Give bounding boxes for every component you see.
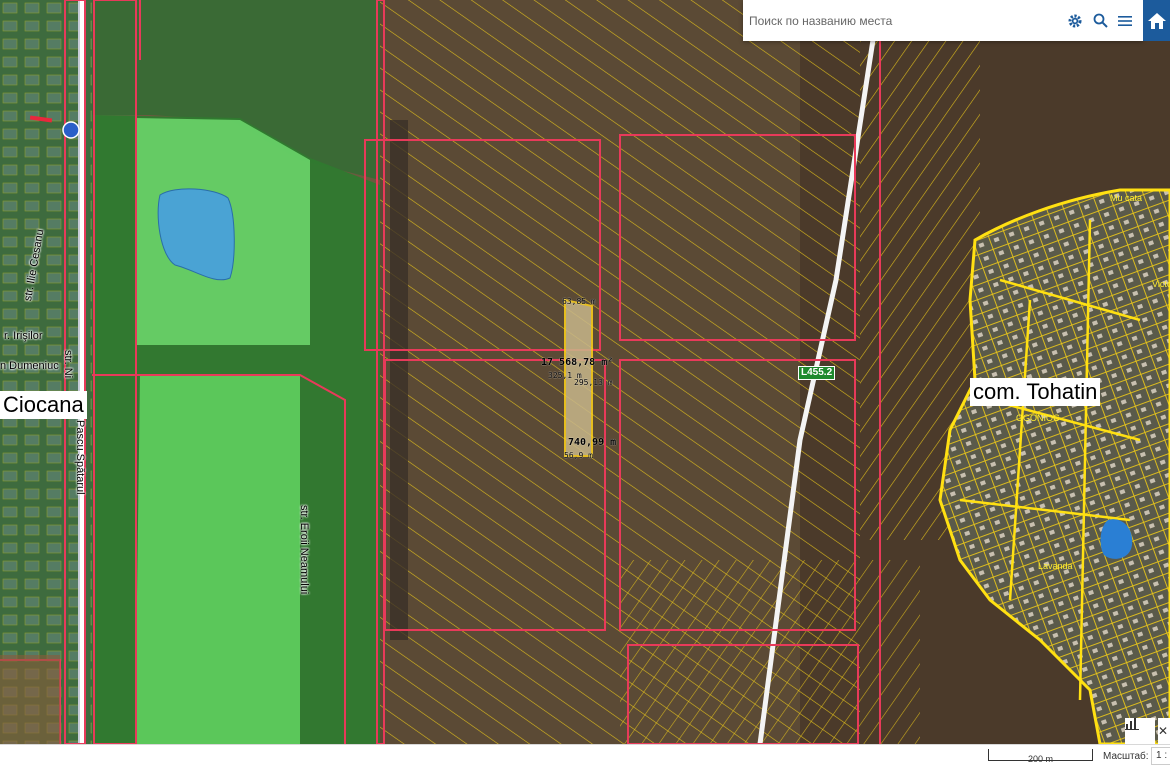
scale-distance: 200 m [1027,754,1053,764]
bus-stop-marker[interactable] [62,121,80,139]
search-icon [1093,13,1108,28]
tree-belt [390,120,408,640]
chart-button[interactable] [1125,718,1155,744]
parcel-area: 17 568,78 m² [541,357,614,368]
menu-button[interactable] [1113,9,1137,33]
construction-area [0,655,60,744]
locality-label-lavanda: Lavanda [1038,561,1073,571]
gear-icon [1068,14,1082,27]
close-button[interactable]: ✕ [1158,718,1170,744]
street-label-vasile: str. Ni [62,350,74,379]
map-view[interactable]: Ciocana com. Tohatin str. Ilie Cesanu r.… [0,0,1170,744]
parcel-perimeter: 740,99 m [568,437,617,448]
place-label-tohatin: com. Tohatin [970,378,1101,406]
place-label-ciocana: Ciocana [0,391,87,419]
locality-label-victoria: Victo [1152,279,1170,289]
home-button[interactable] [1143,0,1170,41]
street-label-dumeniuc: n Dumeniuc [0,360,59,372]
map-canvas[interactable] [0,0,1170,744]
search-input[interactable] [749,4,1062,37]
road-badge: L455.2 [798,366,836,380]
locality-label-ogonioc: OGONIOC [1016,413,1060,423]
scale-label: Масштаб: [1103,751,1149,762]
locality-label-mucata: Mu cata [1110,193,1143,203]
home-icon [1147,12,1166,29]
menu-icon [1118,15,1132,26]
street-label-irisilor: r. Irişilor [4,330,43,342]
street-label-pascu: Pascu Spătarul [74,420,86,495]
parcel-top-width: 63,85 m [562,297,596,306]
search-button[interactable] [1088,9,1112,33]
settings-button[interactable] [1063,9,1087,33]
parcel-bottom-width: 56,9 m [564,451,593,460]
search-panel [743,0,1143,41]
status-bar: 200 m Масштаб: 1 : [0,744,1170,769]
parcel-right-side: 295,13 m [574,378,613,387]
scale-value[interactable]: 1 : [1151,747,1170,765]
green-zone-light-south [135,375,300,744]
street-label-eroii: str. Eroii Neamului [298,505,310,595]
road-west-center [80,0,84,744]
